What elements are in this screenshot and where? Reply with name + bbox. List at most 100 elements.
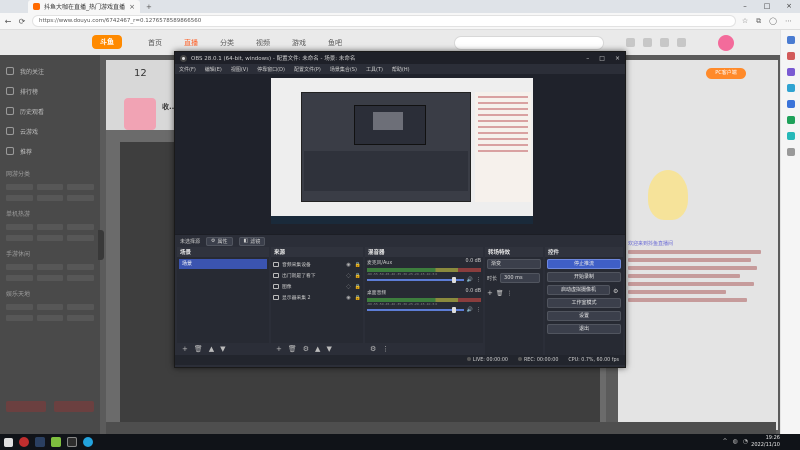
- eye-icon[interactable]: ◉: [346, 262, 350, 268]
- channel-menu-icon[interactable]: ⋮: [476, 277, 481, 283]
- steam-icon[interactable]: [35, 437, 45, 447]
- advanced-audio-icon[interactable]: ⚙: [370, 345, 376, 353]
- streamer-avatar[interactable]: [124, 98, 156, 130]
- url-field[interactable]: https://www.douyu.com/6742467_r=0.127657…: [32, 15, 736, 27]
- games-icon[interactable]: [786, 84, 795, 92]
- nav-home[interactable]: 首页: [148, 38, 162, 48]
- outlook-icon[interactable]: [786, 116, 795, 124]
- stop-streaming-button[interactable]: 停止推流: [547, 259, 621, 269]
- profile-icon[interactable]: ◯: [769, 17, 777, 26]
- studio-mode-button[interactable]: 工作室模式: [547, 298, 621, 308]
- volume-slider-knob[interactable]: [451, 306, 456, 313]
- move-up-icon[interactable]: ▲: [315, 345, 320, 353]
- lock-icon[interactable]: 🔒: [355, 262, 361, 268]
- nav-category[interactable]: 分类: [220, 38, 234, 48]
- move-down-icon[interactable]: ▼: [326, 345, 331, 353]
- virtual-camera-settings-icon[interactable]: ⚙: [613, 288, 621, 295]
- obs-preview-canvas[interactable]: [271, 78, 533, 224]
- speaker-icon[interactable]: 🔊: [467, 307, 473, 313]
- mixer-menu-icon[interactable]: ⋮: [382, 345, 389, 353]
- volume-slider[interactable]: [367, 306, 464, 313]
- volume-slider-knob[interactable]: [451, 276, 456, 283]
- douyu-logo[interactable]: 斗鱼: [92, 35, 122, 49]
- drop-icon[interactable]: [786, 132, 795, 140]
- favorite-star-icon[interactable]: ☆: [742, 17, 748, 26]
- lock-icon[interactable]: 🔒: [355, 273, 361, 279]
- nav-yuba[interactable]: 鱼吧: [328, 38, 342, 48]
- refresh-icon[interactable]: ⟳: [18, 17, 26, 26]
- history-icon[interactable]: [626, 38, 635, 47]
- download-app-button[interactable]: [6, 401, 46, 412]
- menu-edit[interactable]: 编辑(E): [205, 66, 222, 73]
- eye-off-icon[interactable]: ◌: [346, 273, 350, 279]
- transition-menu-icon[interactable]: ⋮: [507, 290, 513, 297]
- office-icon[interactable]: [786, 100, 795, 108]
- back-icon[interactable]: ←: [4, 17, 12, 26]
- windows-start-icon[interactable]: [4, 437, 13, 447]
- add-sidebar-icon[interactable]: [786, 148, 795, 156]
- virtual-camera-button[interactable]: 启动虚拟摄像机: [547, 285, 610, 295]
- edge-icon[interactable]: [83, 437, 93, 447]
- message-icon[interactable]: [660, 38, 669, 47]
- add-scene-icon[interactable]: +: [182, 345, 188, 353]
- add-source-icon[interactable]: +: [276, 345, 282, 353]
- obs-maximize-button[interactable]: □: [599, 55, 605, 62]
- maximize-button[interactable]: □: [756, 0, 778, 13]
- pc-client-button[interactable]: PC客户端: [706, 68, 746, 79]
- new-tab-button[interactable]: +: [146, 3, 152, 11]
- source-item[interactable]: 音频采集设备 ◉ 🔒: [273, 259, 361, 270]
- move-up-icon[interactable]: ▲: [209, 345, 214, 353]
- sidebar-collapse-handle[interactable]: [98, 230, 104, 260]
- browser-tab[interactable]: 抖鱼大咖在直播_热门游戏直播_ ×: [28, 0, 140, 13]
- menu-view[interactable]: 视图(V): [231, 66, 248, 73]
- volume-slider[interactable]: [367, 276, 464, 283]
- network-icon[interactable]: ◍: [733, 438, 738, 445]
- nav-video[interactable]: 视频: [256, 38, 270, 48]
- app-icon[interactable]: [51, 437, 61, 447]
- menu-file[interactable]: 文件(F): [179, 66, 196, 73]
- eye-off-icon[interactable]: ◌: [346, 284, 350, 290]
- menu-help[interactable]: 帮助(H): [392, 66, 410, 73]
- more-menu-icon[interactable]: ⋯: [785, 17, 792, 26]
- duration-input[interactable]: 300 ms: [500, 273, 541, 283]
- sidebar-item-recommend[interactable]: 推荐: [6, 141, 94, 161]
- filters-button[interactable]: ◧ 滤镜: [238, 236, 266, 246]
- taskbar-clock[interactable]: 19:26 2022/11/10: [751, 435, 780, 449]
- source-item[interactable]: 图像 ◌ 🔒: [273, 281, 361, 292]
- properties-button[interactable]: ⚙ 属性: [206, 236, 233, 246]
- exit-button[interactable]: 退出: [547, 324, 621, 334]
- obs-taskbar-icon[interactable]: [67, 437, 77, 447]
- move-down-icon[interactable]: ▼: [220, 345, 225, 353]
- site-search-input[interactable]: [454, 35, 604, 50]
- minimize-button[interactable]: –: [734, 0, 756, 13]
- menu-scene-collection[interactable]: 场景集合(S): [330, 66, 357, 73]
- lock-icon[interactable]: 🔒: [355, 295, 361, 301]
- speaker-icon[interactable]: 🔊: [467, 277, 473, 283]
- chevron-up-icon[interactable]: ^: [722, 438, 727, 445]
- nav-games[interactable]: 游戏: [292, 38, 306, 48]
- tab-close-icon[interactable]: ×: [129, 3, 135, 11]
- search-sidebar-icon[interactable]: [786, 36, 795, 44]
- obs-minimize-button[interactable]: –: [586, 55, 589, 62]
- menu-tools[interactable]: 工具(T): [366, 66, 383, 73]
- lock-icon[interactable]: 🔒: [355, 284, 361, 290]
- sidebar-item-rank[interactable]: 排行榜: [6, 81, 94, 101]
- sidebar-item-follow[interactable]: 我的关注: [6, 61, 94, 81]
- menu-profile[interactable]: 配置文件(P): [294, 66, 321, 73]
- remove-scene-icon[interactable]: 🗑: [194, 345, 203, 353]
- shopping-icon[interactable]: [786, 52, 795, 60]
- obs-close-button[interactable]: ×: [615, 55, 620, 62]
- tools-icon[interactable]: [786, 68, 795, 76]
- remove-transition-icon[interactable]: 🗑: [496, 290, 504, 297]
- close-button[interactable]: ×: [778, 0, 800, 13]
- sidebar-item-cloud-game[interactable]: 云游戏: [6, 121, 94, 141]
- source-settings-icon[interactable]: ⚙: [303, 345, 309, 353]
- source-item[interactable]: 显示器采集 2 ◉ 🔒: [273, 292, 361, 303]
- transition-select[interactable]: 渐变: [487, 259, 541, 269]
- nav-live[interactable]: 直播: [184, 38, 198, 48]
- source-item[interactable]: 出门就是了看下 ◌ 🔒: [273, 270, 361, 281]
- channel-menu-icon[interactable]: ⋮: [476, 307, 481, 313]
- remove-source-icon[interactable]: 🗑: [288, 345, 297, 353]
- start-recording-button[interactable]: 开始录制: [547, 272, 621, 282]
- download-icon[interactable]: [677, 38, 686, 47]
